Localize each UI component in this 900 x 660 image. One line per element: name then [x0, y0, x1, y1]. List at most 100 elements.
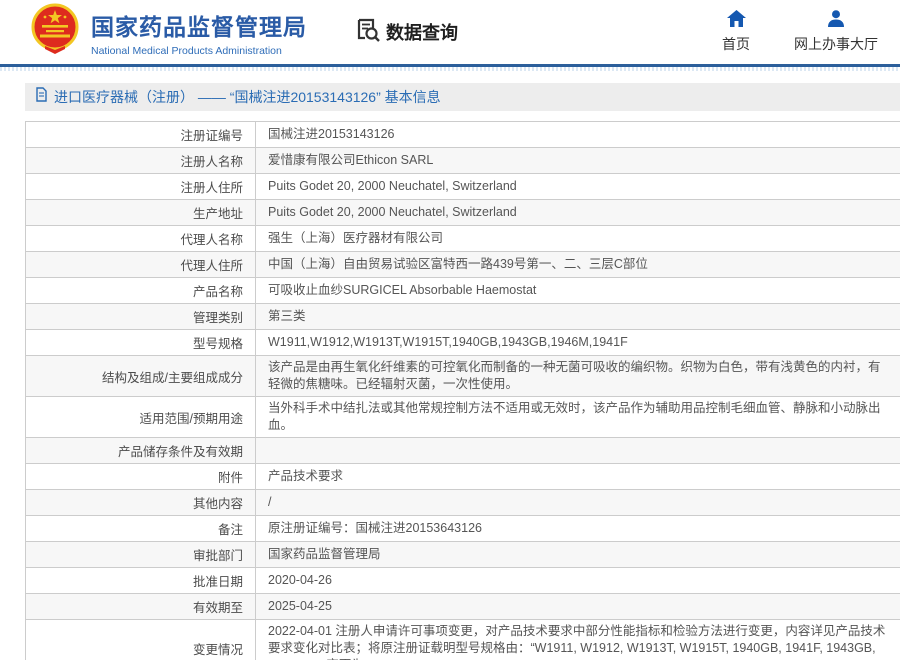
site-header: 国家药品监督管理局 National Medical Products Admi…	[0, 0, 900, 67]
row-value-text: Puits Godet 20, 2000 Neuchatel, Switzerl…	[268, 178, 517, 195]
row-value: Puits Godet 20, 2000 Neuchatel, Switzerl…	[256, 174, 900, 199]
row-label: 附件	[26, 464, 256, 489]
row-label: 批准日期	[26, 568, 256, 593]
row-value: /	[256, 490, 900, 515]
row-label-text: 注册证编号	[180, 125, 243, 144]
row-value-text: 原注册证编号：国械注进20153643126	[268, 520, 482, 537]
table-row: 变更情况 2022-04-01 注册人申请许可事项变更，对产品技术要求中部分性能指…	[26, 620, 900, 660]
row-value: 2025-04-25	[256, 594, 900, 619]
table-row: 产品储存条件及有效期	[26, 438, 900, 464]
row-value-text: 产品技术要求	[268, 468, 343, 485]
user-icon	[827, 10, 845, 30]
row-label: 注册证编号	[26, 122, 256, 147]
row-value-text: W1911,W1912,W1913T,W1915T,1940GB,1943GB,…	[268, 334, 628, 351]
data-query-button[interactable]: 数据查询	[355, 17, 458, 48]
row-label: 型号规格	[26, 330, 256, 355]
breadcrumb-bar: 进口医疗器械（注册） —— “国械注进20153143126” 基本信息	[25, 83, 900, 111]
row-label-text: 适用范围/预期用途	[140, 408, 243, 427]
row-label-text: 注册人住所	[180, 177, 243, 196]
table-row: 注册证编号 国械注进20153143126	[26, 122, 900, 148]
site-subtitle: National Medical Products Administration	[91, 45, 307, 57]
row-label: 变更情况	[26, 620, 256, 660]
row-value: W1911,W1912,W1913T,W1915T,1940GB,1943GB,…	[256, 330, 900, 355]
row-label: 生产地址	[26, 200, 256, 225]
nav-online-service-hall[interactable]: 网上办事大厅	[794, 10, 878, 54]
breadcrumb: 进口医疗器械（注册） —— “国械注进20153143126” 基本信息	[54, 87, 441, 107]
nav-hall-label: 网上办事大厅	[794, 34, 878, 54]
row-label-text: 型号规格	[193, 333, 243, 352]
row-value: 可吸收止血纱SURGICEL Absorbable Haemostat	[256, 278, 900, 303]
row-label-text: 产品名称	[193, 281, 243, 300]
table-row: 生产地址 Puits Godet 20, 2000 Neuchatel, Swit…	[26, 200, 900, 226]
table-row: 有效期至 2025-04-25	[26, 594, 900, 620]
header-separator	[0, 67, 900, 71]
table-row: 附件 产品技术要求	[26, 464, 900, 490]
row-label: 审批部门	[26, 542, 256, 567]
row-value-text: /	[268, 494, 271, 511]
table-row: 型号规格 W1911,W1912,W1913T,W1915T,1940GB,194…	[26, 330, 900, 356]
row-label: 注册人住所	[26, 174, 256, 199]
row-value-text: 强生（上海）医疗器材有限公司	[268, 230, 443, 247]
row-label-text: 结构及组成/主要组成成分	[102, 367, 243, 386]
row-label-text: 代理人住所	[180, 255, 243, 274]
nav-home-label: 首页	[722, 34, 750, 54]
row-value: 产品技术要求	[256, 464, 900, 489]
row-label: 备注	[26, 516, 256, 541]
row-value-text: 爱惜康有限公司Ethicon SARL	[268, 152, 433, 169]
table-row: 注册人住所 Puits Godet 20, 2000 Neuchatel, Swi…	[26, 174, 900, 200]
row-value: 2022-04-01 注册人申请许可事项变更，对产品技术要求中部分性能指标和检验…	[256, 620, 900, 660]
document-search-icon	[355, 17, 381, 48]
site-title: 国家药品监督管理局	[91, 8, 307, 42]
row-value-text: 中国（上海）自由贸易试验区富特西一路439号第一、二、三层C部位	[268, 256, 648, 273]
row-label-text: 审批部门	[193, 545, 243, 564]
row-value: 第三类	[256, 304, 900, 329]
row-value-text: 可吸收止血纱SURGICEL Absorbable Haemostat	[268, 282, 536, 299]
row-value: 国家药品监督管理局	[256, 542, 900, 567]
row-value: 该产品是由再生氧化纤维素的可控氧化而制备的一种无菌可吸收的编织物。织物为白色，带…	[256, 356, 900, 396]
table-row: 结构及组成/主要组成成分该产品是由再生氧化纤维素的可控氧化而制备的一种无菌可吸收…	[26, 356, 900, 397]
row-label: 管理类别	[26, 304, 256, 329]
table-row: 批准日期 2020-04-26	[26, 568, 900, 594]
row-value-text: 国械注进20153143126	[268, 126, 394, 143]
row-label: 结构及组成/主要组成成分	[26, 356, 256, 396]
row-value: 2020-04-26	[256, 568, 900, 593]
row-label-text: 备注	[218, 519, 243, 538]
row-value: 中国（上海）自由贸易试验区富特西一路439号第一、二、三层C部位	[256, 252, 900, 277]
info-table: 注册证编号 国械注进20153143126 注册人名称 爱惜康有限公司Ethicon …	[25, 121, 900, 660]
row-label: 其他内容	[26, 490, 256, 515]
row-value: 爱惜康有限公司Ethicon SARL	[256, 148, 900, 173]
nav-home[interactable]: 首页	[708, 10, 764, 54]
table-row: 审批部门 国家药品监督管理局	[26, 542, 900, 568]
row-label: 注册人名称	[26, 148, 256, 173]
table-row: 备注 原注册证编号：国械注进20153643126	[26, 516, 900, 542]
row-value: 原注册证编号：国械注进20153643126	[256, 516, 900, 541]
table-row: 适用范围/预期用途 当外科手术中结扎法或其他常规控制方法不适用或无效时，该产品作为…	[26, 397, 900, 438]
data-query-label: 数据查询	[386, 19, 458, 45]
row-value-text: 第三类	[268, 308, 306, 325]
top-nav: 首页 网上办事大厅	[708, 10, 900, 54]
row-label-text: 产品储存条件及有效期	[118, 441, 243, 460]
row-value: Puits Godet 20, 2000 Neuchatel, Switzerl…	[256, 200, 900, 225]
row-value	[256, 438, 900, 463]
row-label: 代理人住所	[26, 252, 256, 277]
row-label: 适用范围/预期用途	[26, 397, 256, 437]
home-icon	[727, 10, 746, 30]
row-label-text: 注册人名称	[180, 151, 243, 170]
page: 国家药品监督管理局 National Medical Products Admi…	[0, 0, 900, 660]
row-label: 有效期至	[26, 594, 256, 619]
row-value-text: 2020-04-26	[268, 572, 332, 589]
row-label-text: 变更情况	[193, 639, 243, 658]
row-label: 产品名称	[26, 278, 256, 303]
table-row: 产品名称 可吸收止血纱SURGICEL Absorbable Haemostat	[26, 278, 900, 304]
row-label: 代理人名称	[26, 226, 256, 251]
table-row: 代理人住所 中国（上海）自由贸易试验区富特西一路439号第一、二、三层C部位	[26, 252, 900, 278]
row-value-text: 2025-04-25	[268, 598, 332, 615]
row-value-text: 国家药品监督管理局	[268, 546, 381, 563]
row-value: 强生（上海）医疗器材有限公司	[256, 226, 900, 251]
table-row: 注册人名称 爱惜康有限公司Ethicon SARL	[26, 148, 900, 174]
row-value-text: 当外科手术中结扎法或其他常规控制方法不适用或无效时，该产品作为辅助用品控制毛细血…	[268, 400, 888, 434]
row-label-text: 生产地址	[193, 203, 243, 222]
row-label-text: 附件	[218, 467, 243, 486]
row-value: 当外科手术中结扎法或其他常规控制方法不适用或无效时，该产品作为辅助用品控制毛细血…	[256, 397, 900, 437]
table-row: 代理人名称强生（上海）医疗器材有限公司	[26, 226, 900, 252]
